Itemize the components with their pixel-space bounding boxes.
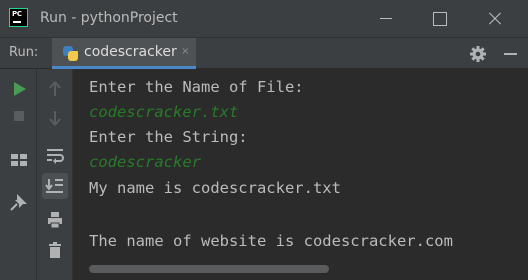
console-user-input: codescracker.txt bbox=[89, 103, 239, 121]
trash-icon[interactable] bbox=[44, 239, 66, 261]
run-tab-bar: Run: codescracker × bbox=[0, 37, 528, 69]
gear-icon[interactable] bbox=[468, 44, 488, 64]
close-window-button[interactable] bbox=[472, 0, 518, 37]
scroll-to-end-icon[interactable] bbox=[42, 173, 68, 199]
console-line: The name of website is codescracker.com bbox=[89, 232, 453, 250]
stop-icon[interactable] bbox=[8, 105, 30, 127]
horizontal-scrollbar[interactable] bbox=[89, 265, 329, 273]
console-toolbar bbox=[37, 69, 73, 280]
minimize-window-button[interactable] bbox=[364, 0, 410, 37]
scroll-down-icon[interactable] bbox=[44, 107, 66, 129]
python-file-icon bbox=[63, 46, 78, 61]
pin-icon[interactable] bbox=[8, 191, 30, 213]
tab-close-icon[interactable]: × bbox=[181, 46, 189, 57]
soft-wrap-icon[interactable] bbox=[44, 144, 66, 166]
layout-icon[interactable] bbox=[8, 149, 30, 171]
print-icon[interactable] bbox=[44, 209, 66, 231]
run-label: Run: bbox=[9, 45, 39, 60]
console-user-input: codescracker bbox=[89, 153, 201, 171]
pycharm-logo-icon: PC bbox=[9, 8, 28, 27]
title-bar: PC Run - pythonProject bbox=[0, 0, 528, 37]
tab-codescracker[interactable]: codescracker × bbox=[52, 38, 196, 69]
console-line: My name is codescracker.txt bbox=[89, 179, 341, 197]
window-title: Run - pythonProject bbox=[40, 10, 178, 26]
rerun-icon[interactable] bbox=[8, 78, 30, 100]
logo-text: PC bbox=[12, 10, 22, 18]
console-line: Enter the String: bbox=[89, 128, 248, 146]
tab-label: codescracker bbox=[84, 44, 177, 60]
scroll-up-icon[interactable] bbox=[44, 78, 66, 100]
run-toolbar bbox=[0, 69, 37, 280]
console-line: Enter the Name of File: bbox=[89, 78, 304, 96]
hide-panel-icon[interactable] bbox=[504, 53, 517, 55]
console-output[interactable]: Enter the Name of File: codescracker.txt… bbox=[73, 69, 528, 280]
maximize-window-button[interactable] bbox=[418, 0, 464, 37]
